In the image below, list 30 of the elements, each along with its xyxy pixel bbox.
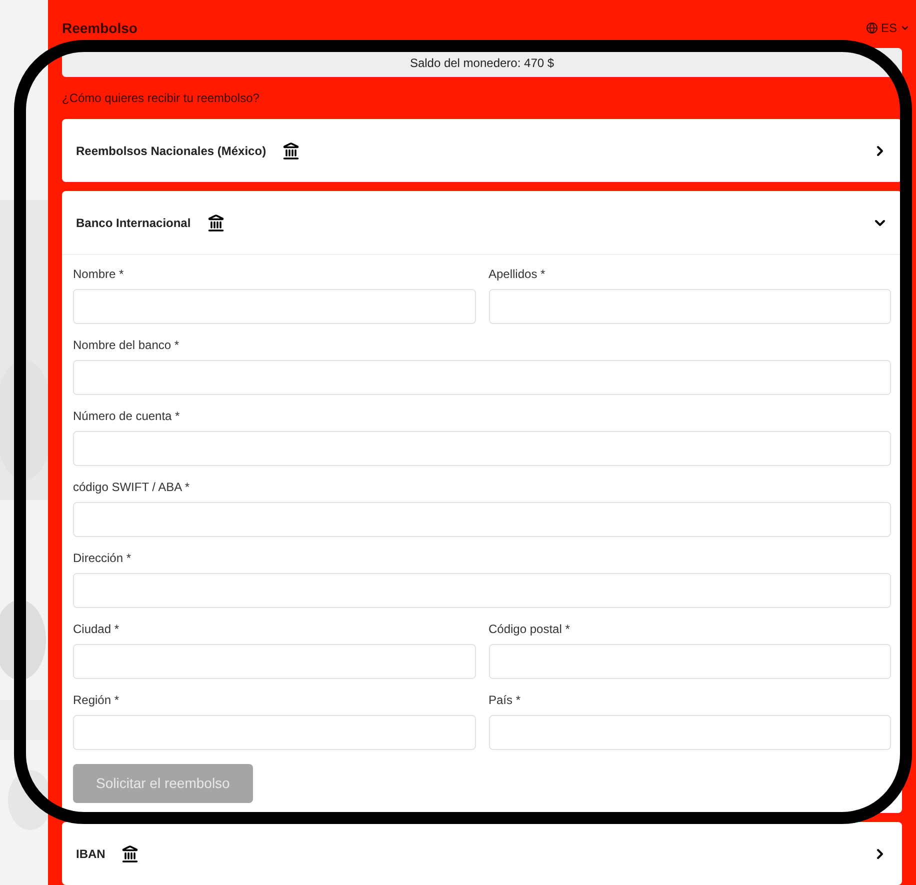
input-field[interactable] bbox=[488, 289, 891, 324]
field-label: Nombre * bbox=[73, 266, 125, 283]
method-header[interactable]: Reembolsos Nacionales (México) bbox=[62, 119, 902, 182]
question-text: ¿Cómo quieres recibir tu reembolso? bbox=[62, 90, 260, 107]
language-selector[interactable]: ES bbox=[866, 19, 910, 38]
page-title: Reembolso bbox=[62, 18, 138, 38]
input-field[interactable] bbox=[73, 360, 891, 395]
bank-icon bbox=[121, 844, 140, 862]
globe-icon bbox=[866, 22, 878, 34]
input-field[interactable] bbox=[73, 502, 891, 537]
method-header[interactable]: Banco Internacional bbox=[62, 191, 902, 255]
field-label: Región * bbox=[73, 692, 120, 709]
bank-icon bbox=[206, 214, 225, 232]
input-field[interactable] bbox=[73, 431, 891, 466]
input-field[interactable] bbox=[73, 573, 891, 608]
input-field[interactable] bbox=[488, 644, 891, 679]
input-field[interactable] bbox=[73, 644, 476, 679]
field-label: Número de cuenta * bbox=[73, 408, 181, 425]
bank-icon bbox=[282, 142, 300, 160]
field-label: Dirección * bbox=[73, 550, 132, 567]
field-label: código SWIFT / ABA * bbox=[73, 479, 190, 496]
input-field[interactable] bbox=[488, 715, 891, 750]
input-field[interactable] bbox=[73, 289, 476, 324]
field-label: País * bbox=[488, 692, 522, 709]
field-label: Ciudad * bbox=[73, 621, 120, 638]
field-label: Apellidos * bbox=[488, 266, 546, 283]
method-header[interactable]: IBAN bbox=[62, 822, 902, 885]
field-label: Código postal * bbox=[488, 621, 571, 638]
input-field[interactable] bbox=[73, 715, 476, 750]
field-label: Nombre del banco * bbox=[73, 337, 180, 354]
